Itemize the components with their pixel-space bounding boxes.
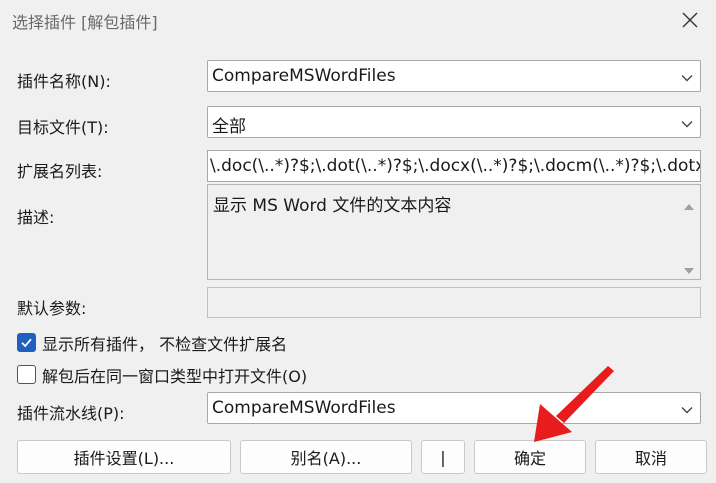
ext-list-input[interactable]: \.doc(\..*)?$;\.dot(\..*)?$;\.docx(\..*)… [207,150,701,182]
window-title: 选择插件 [解包插件] [12,13,158,32]
scroll-down-icon[interactable] [683,261,695,274]
ext-list-value: \.doc(\..*)?$;\.dot(\..*)?$;\.docx(\..*)… [210,156,701,176]
open-same-window-checkbox[interactable] [17,365,36,384]
close-icon[interactable] [678,8,702,32]
chevron-down-icon [680,402,694,416]
plugin-name-combo[interactable]: CompareMSWordFiles [207,60,701,92]
show-all-label[interactable]: 显示所有插件， 不检查文件扩展名 [42,331,287,355]
cancel-button[interactable]: 取消 [595,440,707,474]
description-scrollbar[interactable] [678,185,700,279]
description-textarea[interactable]: 显示 MS Word 文件的文本内容 [207,184,701,280]
description-label: 描述: [17,208,55,227]
default-params-label: 默认参数: [17,299,87,318]
title-bar: 选择插件 [解包插件] [0,0,716,40]
show-all-checkbox[interactable] [17,333,36,352]
pipeline-label: 插件流水线(P): [17,404,125,423]
description-value: 显示 MS Word 文件的文本内容 [213,196,452,216]
plugin-settings-button[interactable]: 插件设置(L)... [17,440,231,474]
target-file-label: 目标文件(T): [17,118,109,137]
pipeline-value: CompareMSWordFiles [212,398,396,418]
ok-button[interactable]: 确定 [474,440,586,474]
checkmark-icon [21,338,32,348]
scroll-up-icon[interactable] [683,197,695,210]
target-file-value: 全部 [212,117,246,137]
plugin-name-value: CompareMSWordFiles [212,66,396,86]
pipe-button[interactable]: | [421,440,465,474]
alias-button[interactable]: 别名(A)... [240,440,412,474]
chevron-down-icon [680,70,694,84]
chevron-down-icon [680,116,694,130]
default-params-input[interactable] [207,287,701,318]
plugin-name-label: 插件名称(N): [17,72,111,91]
pipeline-combo[interactable]: CompareMSWordFiles [207,392,701,424]
target-file-combo[interactable]: 全部 [207,106,701,138]
ext-list-label: 扩展名列表: [17,162,103,181]
open-same-window-label[interactable]: 解包后在同一窗口类型中打开文件(O) [42,363,307,387]
